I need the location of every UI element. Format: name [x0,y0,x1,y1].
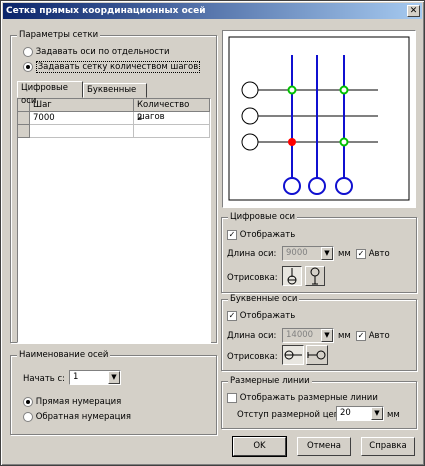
letter-axis-marker-c [241,133,259,151]
letter-axes-title: Буквенные оси [228,294,300,305]
axis-marker-right-icon [307,350,326,360]
cell-step[interactable]: 7000 [30,112,134,125]
option-reverse-label: Обратная нумерация [35,412,132,422]
radio-grid-by-steps[interactable] [23,62,33,72]
dialog-window: Сетка прямых координационных осей ✕ Пара… [0,0,425,466]
marker-top-button[interactable] [305,266,325,286]
axis-marker-left-icon [284,350,302,360]
digital-axis-marker-2 [308,177,326,195]
digital-auto-toggle[interactable]: ✓ Авто [356,248,390,261]
dim-show-checkbox[interactable] [227,393,237,403]
letter-auto-toggle[interactable]: ✓ Авто [356,330,390,343]
cell-count[interactable]: 2 [134,112,210,125]
digital-axis-marker-3 [335,177,353,195]
letter-length-value: 14000 [286,330,314,340]
chevron-down-icon[interactable]: ▼ [321,329,333,342]
letter-length-unit: мм [338,331,351,341]
marker-left-button[interactable] [282,345,304,365]
digital-show-toggle[interactable]: ✓ Отображать [227,229,295,242]
close-button[interactable]: ✕ [407,5,420,17]
chevron-down-icon[interactable]: ▼ [108,371,120,384]
naming-title: Наименование осей [17,350,111,361]
grid-node-origin [288,138,296,146]
dim-lines-group: Размерные линии [221,376,417,429]
start-select[interactable]: 1 ▼ [69,370,121,385]
letter-auto-checkbox[interactable]: ✓ [356,331,366,341]
ok-button[interactable]: OK [232,436,287,457]
digital-length-value: 9000 [286,248,308,258]
radio-direct-numbering[interactable] [23,397,33,407]
digital-length-select[interactable]: 9000 ▼ [282,246,334,261]
dim-offset-unit: мм [387,410,400,420]
grid-node [339,137,349,147]
dim-show-toggle[interactable]: Отображать размерные линии [227,392,378,405]
letter-length-select[interactable]: 14000 ▼ [282,328,334,343]
option-direct-label: Прямая нумерация [35,397,122,407]
grid-node [339,85,349,95]
chevron-down-icon[interactable]: ▼ [371,407,383,420]
grid-params-title: Параметры сетки [17,30,101,41]
steps-table: Шаг Количество шагов 7000 2 [17,98,211,343]
option-grid-by-steps[interactable]: Задавать сетку количеством шагов [23,61,201,74]
tab-letter-axes[interactable]: Буквенные оси [83,83,147,108]
title-bar: Сетка прямых координационных осей ✕ [3,3,422,19]
cell-count-new[interactable] [134,125,210,138]
start-select-value: 1 [73,372,79,382]
cell-step-new[interactable] [30,125,134,138]
radio-separate-axes[interactable] [23,47,33,57]
chevron-down-icon[interactable]: ▼ [321,247,333,260]
radio-reverse-numbering[interactable] [23,412,33,422]
option-reverse-numbering[interactable]: Обратная нумерация [23,411,131,424]
marker-bottom-button[interactable] [282,266,302,286]
letter-show-toggle[interactable]: ✓ Отображать [227,310,295,323]
digital-auto-checkbox[interactable]: ✓ [356,249,366,259]
option-direct-numbering[interactable]: Прямая нумерация [23,396,121,409]
letter-axis-marker-b [241,107,259,125]
dim-offset-value: 20 [340,408,351,418]
option-grid-by-steps-label: Задавать сетку количеством шагов [35,61,201,73]
digital-auto-label: Авто [368,249,390,259]
digital-show-checkbox[interactable]: ✓ [227,230,237,240]
digital-axes-title: Цифровые оси [228,212,298,223]
letter-length-label: Длина оси: [227,331,277,341]
help-button[interactable]: Справка [361,437,415,456]
window-title: Сетка прямых координационных осей [6,6,206,16]
option-separate-axes-label: Задавать оси по отдельности [35,47,170,57]
dim-offset-select[interactable]: 20 ▼ [336,406,384,421]
grid-node [287,85,297,95]
grid-preview [222,30,416,208]
letter-auto-label: Авто [368,331,390,341]
digital-length-unit: мм [338,249,351,259]
marker-right-button[interactable] [306,345,328,365]
digital-draw-label: Отрисовка: [227,273,278,283]
letter-show-label: Отображать [239,311,296,321]
axis-marker-top-icon [310,267,320,285]
digital-length-label: Длина оси: [227,249,277,259]
row-gutter[interactable] [18,112,30,125]
cancel-button[interactable]: Отмена [297,437,351,456]
start-label: Начать с: [23,374,66,384]
letter-show-checkbox[interactable]: ✓ [227,311,237,321]
row-gutter-new[interactable] [18,125,30,138]
col-header-count[interactable]: Количество шагов [134,99,210,122]
dim-offset-label: Отступ размерной цепи [237,410,345,420]
col-header-step[interactable]: Шаг [30,99,134,112]
grid-preview-drawing [228,36,410,201]
option-separate-axes[interactable]: Задавать оси по отдельности [23,46,170,59]
letter-draw-label: Отрисовка: [227,352,278,362]
letter-axis-marker-a [241,81,259,99]
tab-digital-axes[interactable]: Цифровые оси [17,81,83,106]
dim-lines-title: Размерные линии [228,376,312,387]
dim-show-label: Отображать размерные линии [239,393,378,403]
axis-marker-bottom-icon [287,268,297,285]
digital-axis-marker-1 [283,177,301,195]
digital-show-label: Отображать [239,230,296,240]
